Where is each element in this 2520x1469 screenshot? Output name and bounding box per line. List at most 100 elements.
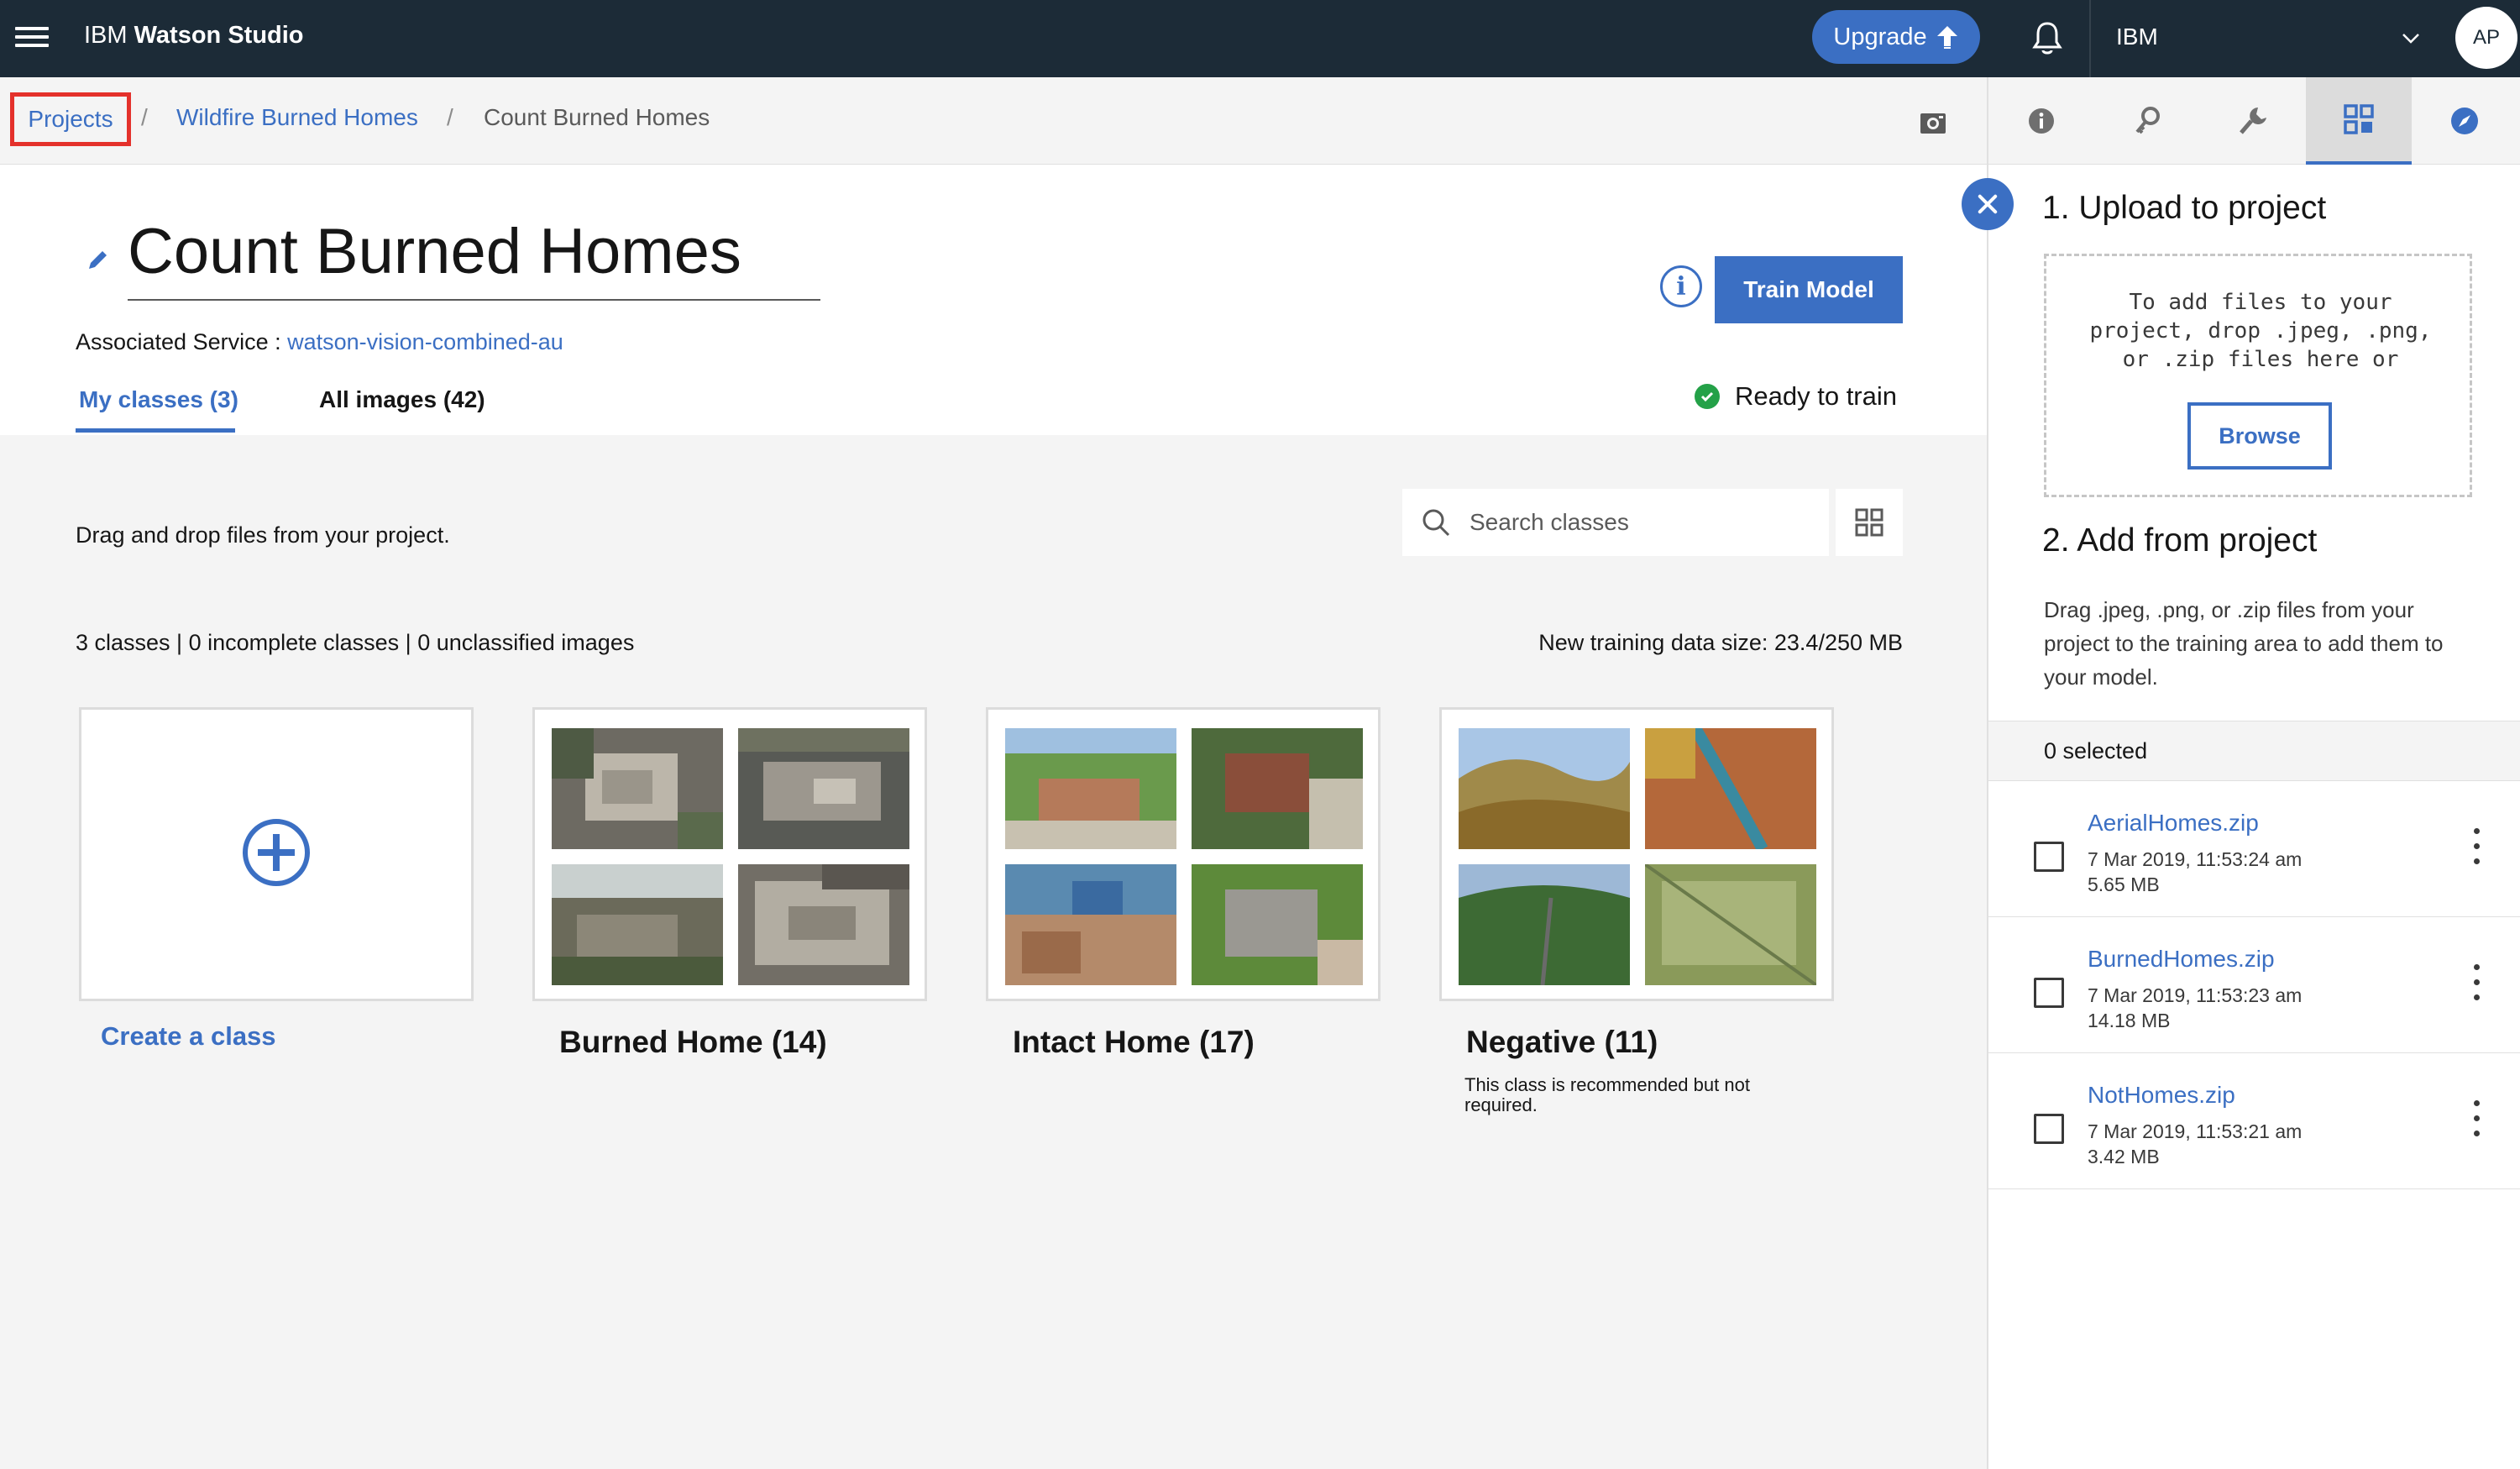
- breadcrumb: Projects / Wildfire Burned Homes / Count…: [0, 77, 1987, 165]
- chevron-down-icon[interactable]: [2398, 25, 2423, 50]
- overflow-menu-icon[interactable]: [2472, 964, 2482, 1006]
- search-placeholder: Search classes: [1470, 509, 1629, 535]
- brand-prefix: IBM: [84, 22, 128, 49]
- class-label[interactable]: Intact Home (17): [1013, 1025, 1255, 1060]
- associated-service-label: Associated Service :: [76, 329, 288, 354]
- associated-service-link[interactable]: watson-vision-combined-au: [287, 329, 563, 354]
- top-bar: IBM Watson Studio Upgrade IBM AP: [0, 0, 2520, 77]
- hamburger-icon[interactable]: [15, 22, 49, 55]
- model-header: Count Burned Homes Associated Service : …: [0, 165, 1987, 435]
- file-list-item[interactable]: AerialHomes.zip 7 Mar 2019, 11:53:24 am …: [1988, 781, 2520, 917]
- tab-info[interactable]: [1988, 77, 2094, 165]
- camera-icon[interactable]: [1916, 106, 1950, 139]
- file-list-item[interactable]: BurnedHomes.zip 7 Mar 2019, 11:53:23 am …: [1988, 917, 2520, 1053]
- upgrade-button[interactable]: Upgrade: [1812, 10, 1980, 64]
- file-date: 7 Mar 2019, 11:53:24 am: [2088, 848, 2303, 870]
- class-thumbnail-image: [1645, 864, 1816, 985]
- class-thumbnail-image: [738, 864, 909, 985]
- avatar[interactable]: AP: [2455, 7, 2517, 69]
- class-thumbnail-image: [1459, 728, 1630, 849]
- class-note: This class is recommended but not requir…: [1464, 1074, 1750, 1115]
- file-checkbox[interactable]: [2034, 1114, 2064, 1144]
- selected-count: 0 selected: [2044, 738, 2148, 763]
- status-indicator: Ready to train: [1695, 381, 1897, 412]
- grid-view-icon: [1855, 508, 1883, 537]
- class-thumbnail-image: [1005, 728, 1176, 849]
- associated-service: Associated Service : watson-vision-combi…: [76, 329, 563, 355]
- class-card-intact-home[interactable]: [986, 707, 1380, 1001]
- create-class-card[interactable]: [79, 707, 474, 1001]
- file-dropzone[interactable]: To add files to your project, drop .jpeg…: [2044, 254, 2472, 497]
- upload-arrow-icon: [1936, 26, 1957, 49]
- file-size: 3.42 MB: [2088, 1146, 2160, 1167]
- file-checkbox[interactable]: [2034, 842, 2064, 872]
- edit-icon[interactable]: [86, 247, 111, 272]
- class-thumbnail-image: [1192, 864, 1363, 985]
- page-title[interactable]: Count Burned Homes: [128, 215, 741, 288]
- dropzone-text: To add files to your project, drop .jpeg…: [2089, 290, 2432, 372]
- tab-key[interactable]: [2094, 77, 2200, 165]
- class-thumbnail-image: [552, 864, 723, 985]
- brand-name: Watson Studio: [134, 22, 304, 49]
- class-label[interactable]: Burned Home (14): [559, 1025, 827, 1060]
- bell-icon[interactable]: [2027, 18, 2067, 59]
- wrench-icon: [2240, 108, 2266, 134]
- overflow-menu-icon[interactable]: [2472, 828, 2482, 870]
- tab-my-classes[interactable]: My classes (3): [79, 386, 238, 413]
- breadcrumb-projects-link[interactable]: Projects: [10, 92, 131, 146]
- app-brand[interactable]: IBM Watson Studio: [84, 22, 304, 50]
- add-heading: 2. Add from project: [2042, 522, 2318, 559]
- tab-all-images[interactable]: All images (42): [319, 386, 485, 413]
- file-checkbox[interactable]: [2034, 978, 2064, 1008]
- active-tab-indicator: [76, 428, 235, 433]
- info-icon[interactable]: i: [1660, 265, 1702, 307]
- class-thumbnail-image: [1192, 728, 1363, 849]
- breadcrumb-project-link[interactable]: Wildfire Burned Homes: [176, 104, 418, 131]
- key-icon: [2135, 107, 2160, 134]
- file-date: 7 Mar 2019, 11:53:21 am: [2088, 1120, 2303, 1142]
- drag-hint: Drag and drop files from your project.: [76, 522, 450, 548]
- info-icon: [2029, 108, 2054, 134]
- breadcrumb-current: Count Burned Homes: [484, 104, 710, 130]
- data-panel: 1. Upload to project To add files to you…: [1987, 165, 2520, 1469]
- file-list-item[interactable]: NotHomes.zip 7 Mar 2019, 11:53:21 am 3.4…: [1988, 1053, 2520, 1189]
- class-card-burned-home[interactable]: [532, 707, 927, 1001]
- close-icon[interactable]: [1962, 178, 2014, 230]
- search-input[interactable]: Search classes: [1402, 489, 1829, 556]
- account-switcher[interactable]: IBM: [2116, 24, 2158, 50]
- title-underline: [128, 299, 820, 301]
- selection-bar: 0 selected: [1988, 721, 2520, 781]
- breadcrumb-separator: /: [141, 104, 148, 130]
- class-thumbnail-image: [552, 728, 723, 849]
- file-name[interactable]: BurnedHomes.zip: [2088, 946, 2275, 973]
- file-size: 14.18 MB: [2088, 1010, 2171, 1031]
- tab-explore[interactable]: [2412, 77, 2517, 165]
- train-model-button[interactable]: Train Model: [1715, 256, 1903, 323]
- file-name[interactable]: NotHomes.zip: [2088, 1082, 2235, 1109]
- class-label[interactable]: Negative (11): [1466, 1025, 1658, 1060]
- overflow-menu-icon[interactable]: [2472, 1100, 2482, 1142]
- panel-tab-strip: [1987, 77, 2520, 165]
- class-stats: 3 classes | 0 incomplete classes | 0 unc…: [76, 630, 635, 655]
- tab-settings[interactable]: [2200, 77, 2306, 165]
- file-name[interactable]: AerialHomes.zip: [2088, 810, 2259, 837]
- tab-data[interactable]: [2306, 77, 2412, 165]
- upload-heading: 1. Upload to project: [2042, 190, 2327, 226]
- browse-button[interactable]: Browse: [2187, 402, 2332, 470]
- class-thumbnail-image: [1459, 864, 1630, 985]
- add-description: Drag .jpeg, .png, or .zip files from you…: [2044, 597, 2444, 690]
- create-class-link[interactable]: Create a class: [101, 1021, 276, 1052]
- class-thumbnail-image: [738, 728, 909, 849]
- status-text: Ready to train: [1735, 381, 1897, 411]
- file-size: 5.65 MB: [2088, 874, 2160, 895]
- breadcrumb-separator: /: [447, 104, 453, 130]
- search-icon: [1422, 509, 1450, 537]
- checkmark-icon: [1695, 384, 1720, 409]
- training-data-size: New training data size: 23.4/250 MB: [1538, 630, 1903, 655]
- file-date: 7 Mar 2019, 11:53:23 am: [2088, 984, 2303, 1006]
- compass-icon: [2451, 108, 2478, 134]
- divider: [2089, 0, 2091, 77]
- grid-view-button[interactable]: [1836, 489, 1903, 556]
- class-thumbnail-image: [1005, 864, 1176, 985]
- class-card-negative[interactable]: [1439, 707, 1834, 1001]
